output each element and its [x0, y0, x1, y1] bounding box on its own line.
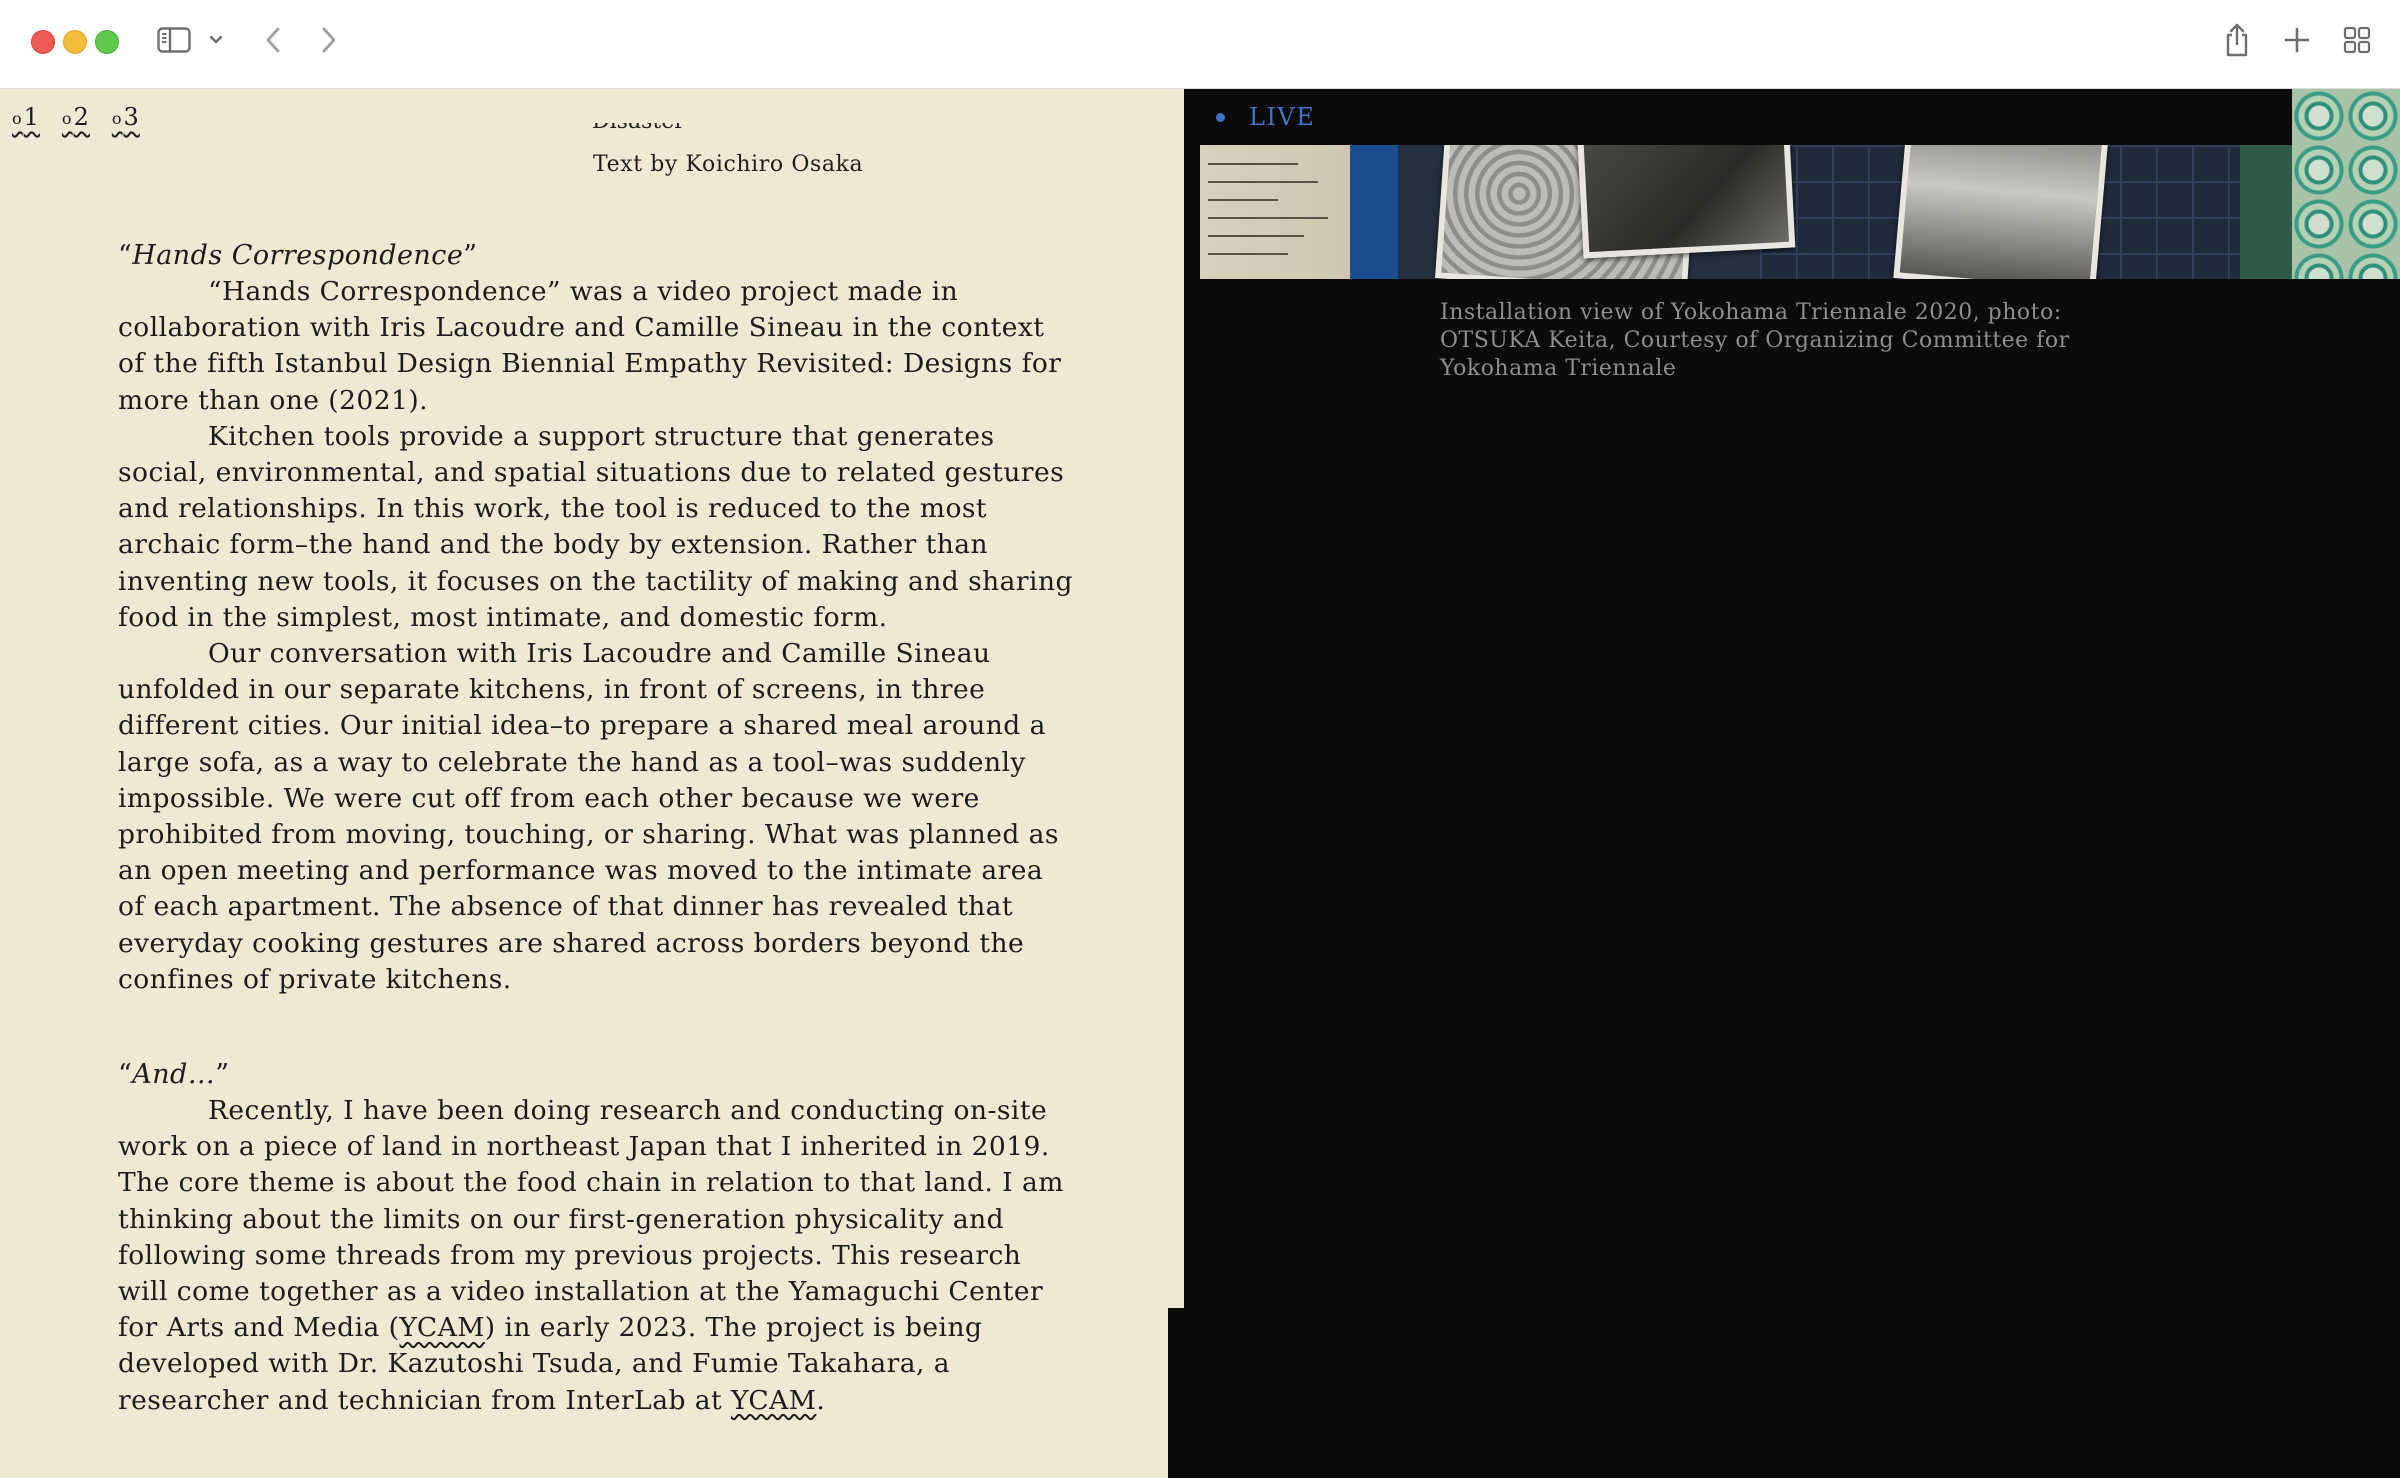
ycam-glossary-link[interactable]: YCAM: [399, 1312, 484, 1343]
paragraph: Recently, I have been doing research and…: [118, 1095, 1064, 1416]
pane-edge: [1168, 1308, 1184, 1478]
sidebar-icon[interactable]: [154, 22, 194, 58]
close-window-button[interactable]: [31, 30, 55, 54]
handwritten-note-image: [1200, 145, 1350, 279]
minimize-window-button[interactable]: [63, 30, 87, 54]
photo-print: [1893, 145, 2109, 279]
byline: Text by Koichiro Osaka: [593, 152, 864, 177]
share-icon[interactable]: [2220, 22, 2254, 58]
ycam-glossary-link[interactable]: YCAM: [731, 1385, 816, 1416]
footnote-link-3[interactable]: o3: [112, 103, 140, 131]
zoom-window-button[interactable]: [95, 30, 119, 54]
back-icon[interactable]: [258, 22, 288, 58]
pattern-thumbnail: [2292, 89, 2400, 279]
footnote-links: o1 o2 o3: [12, 103, 140, 131]
clipped-heading: Disaster: [592, 123, 685, 132]
footnote-link-2[interactable]: o2: [62, 103, 90, 131]
live-pane: LIVE Installation view of Yokohama Trien…: [1200, 89, 2400, 1478]
forward-icon[interactable]: [314, 22, 344, 58]
paragraph: “Hands Correspondence” was a video proje…: [118, 276, 1062, 416]
chevron-down-icon[interactable]: [206, 22, 226, 58]
browser-toolbar: [0, 0, 2400, 89]
installation-photo: [1200, 145, 2400, 279]
new-tab-icon[interactable]: [2280, 22, 2314, 58]
article-body: “Hands Correspondence” “Hands Correspond…: [118, 238, 1078, 1419]
footnote-link-1[interactable]: o1: [12, 103, 40, 131]
tab-overview-icon[interactable]: [2340, 22, 2374, 58]
section-title-hands-correspondence: “Hands Correspondence”: [118, 240, 478, 271]
live-label: LIVE: [1249, 103, 1316, 131]
paragraph: Kitchen tools provide a support structur…: [118, 420, 1073, 633]
live-dot-icon: [1216, 112, 1225, 122]
paragraph: Our conversation with Iris Lacoudre and …: [118, 638, 1059, 995]
section-title-and: “And…”: [118, 1059, 230, 1091]
live-indicator[interactable]: LIVE: [1200, 89, 2292, 145]
article-pane: o1 o2 o3 Disaster Text by Koichiro Osaka…: [0, 89, 1184, 1478]
photo-caption: Installation view of Yokohama Triennale …: [1440, 300, 2070, 381]
photo-print: [1576, 145, 1796, 259]
